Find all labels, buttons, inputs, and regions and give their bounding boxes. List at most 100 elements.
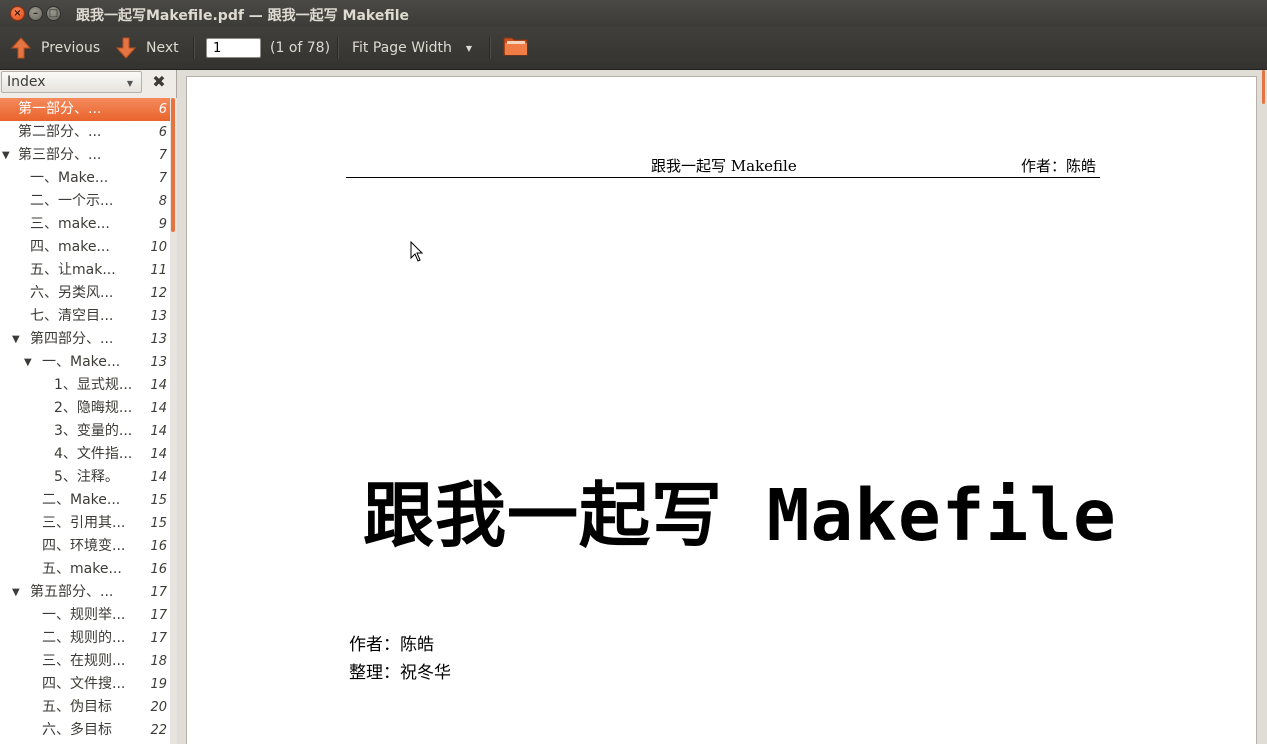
expander-triangle-icon[interactable]: ▼	[24, 351, 32, 374]
expander-triangle-icon[interactable]: ▼	[2, 144, 10, 167]
expander-triangle-icon[interactable]: ▼	[12, 328, 20, 351]
outline-item[interactable]: 2、隐晦规... 14	[0, 397, 170, 420]
outline-item-label: 四、文件搜...	[42, 676, 126, 692]
outline-item-page: 22	[150, 723, 167, 738]
outline-item[interactable]: ▼ 第四部分、... 13	[0, 328, 170, 351]
page-selector: (1 of 78)	[206, 27, 330, 69]
outline-item-label: 一、Make...	[30, 170, 109, 186]
outline-item[interactable]: 二、一个示... 8	[0, 190, 170, 213]
open-file-button[interactable]	[503, 27, 529, 69]
toolbar-separator	[193, 37, 195, 59]
outline-item[interactable]: 四、make... 10	[0, 236, 170, 259]
outline-item-label: 五、伪目标	[42, 699, 112, 715]
outline-item-page: 11	[150, 263, 167, 278]
zoom-label: Fit Page Width	[352, 40, 452, 56]
outline-item-label: 四、make...	[30, 239, 110, 255]
page-number-input[interactable]	[206, 38, 261, 58]
close-sidebar-button[interactable]: ✖	[150, 72, 168, 92]
maximize-window-button[interactable]: □	[46, 6, 61, 21]
outline-scrollbar[interactable]	[170, 98, 177, 744]
arrow-up-icon	[10, 36, 32, 60]
outline-item-label: 七、清空目...	[30, 308, 114, 324]
outline-item[interactable]: 1、显式规... 14	[0, 374, 170, 397]
outline-item[interactable]: 五、伪目标 20	[0, 696, 170, 719]
outline-item-label: 第二部分、...	[18, 124, 102, 140]
close-window-button[interactable]: ×	[10, 6, 25, 21]
outline-item[interactable]: 二、规则的... 17	[0, 627, 170, 650]
outline-item[interactable]: 六、多目标 22	[0, 719, 170, 742]
outline-item[interactable]: 七、清空目... 13	[0, 305, 170, 328]
outline-item-page: 14	[150, 424, 167, 439]
outline-item[interactable]: 四、环境变... 16	[0, 535, 170, 558]
outline-item-page: 14	[150, 447, 167, 462]
outline-item-page: 6	[158, 102, 167, 117]
outline-item[interactable]: 五、make... 16	[0, 558, 170, 581]
sidebar-view-selector[interactable]: Index ▼	[1, 71, 142, 93]
arrow-down-icon	[115, 36, 137, 60]
toolbar: Previous Next (1 of 78) Fit Page Width ▼	[0, 27, 1267, 70]
outline-item[interactable]: ▼ 一、Make... 13	[0, 351, 170, 374]
outline-item-page: 16	[150, 539, 167, 554]
zoom-dropdown[interactable]: Fit Page Width ▼	[352, 27, 472, 69]
close-icon: ×	[13, 7, 22, 19]
sidebar: Index ▼ ✖ 第一部分、... 6 第二部分、... 6 ▼ 第三部分、... 7 一、…	[0, 70, 177, 744]
outline-item[interactable]: 第二部分、... 6	[0, 121, 170, 144]
outline-item-page: 10	[150, 240, 167, 255]
toolbar-separator	[489, 37, 491, 59]
title-bar: × – □ 跟我一起写Makefile.pdf — 跟我一起写 Makefile	[0, 0, 1267, 27]
outline-item[interactable]: 五、让mak... 11	[0, 259, 170, 282]
outline-scrollbar-thumb[interactable]	[171, 98, 175, 232]
editor-line: 整理：祝冬华	[349, 663, 451, 683]
outline-item-page: 13	[150, 332, 167, 347]
outline-item-page: 18	[150, 654, 167, 669]
next-label: Next	[146, 40, 179, 56]
document-scrollbar-thumb[interactable]	[1262, 70, 1265, 104]
toolbar-separator	[337, 37, 339, 59]
outline-item-page: 16	[150, 562, 167, 577]
expander-triangle-icon[interactable]: ▼	[12, 581, 20, 604]
outline-item[interactable]: 5、注释。 14	[0, 466, 170, 489]
outline-item-label: 三、引用其...	[42, 515, 126, 531]
next-page-button[interactable]: Next	[115, 27, 179, 69]
close-icon: ✖	[152, 72, 166, 91]
outline-item-page: 14	[150, 470, 167, 485]
outline-item[interactable]: 三、make... 9	[0, 213, 170, 236]
document-scrollbar[interactable]	[1259, 70, 1267, 744]
author-line: 作者：陈皓	[349, 635, 434, 655]
window-title: 跟我一起写Makefile.pdf — 跟我一起写 Makefile	[76, 8, 410, 24]
outline-item-page: 17	[150, 585, 167, 600]
sidebar-view-label: Index	[7, 74, 46, 90]
outline-item-page: 19	[150, 677, 167, 692]
outline-item[interactable]: 三、引用其... 15	[0, 512, 170, 535]
previous-page-button[interactable]: Previous	[10, 27, 100, 69]
outline-item-label: 1、显式规...	[54, 377, 133, 393]
outline-item[interactable]: ▼ 第五部分、... 17	[0, 581, 170, 604]
mouse-cursor-icon	[410, 241, 424, 262]
outline-item[interactable]: 四、文件搜... 19	[0, 673, 170, 696]
outline-item-page: 8	[158, 194, 167, 209]
outline-item-page: 15	[150, 493, 167, 508]
outline-item[interactable]: ▼ 第三部分、... 7	[0, 144, 170, 167]
previous-label: Previous	[41, 40, 101, 56]
document-viewer-window: × – □ 跟我一起写Makefile.pdf — 跟我一起写 Makefile…	[0, 0, 1267, 744]
outline-item-label: 第一部分、...	[18, 101, 102, 117]
outline-item-page: 14	[150, 378, 167, 393]
outline-item[interactable]: 一、规则举... 17	[0, 604, 170, 627]
outline-item[interactable]: 3、变量的... 14	[0, 420, 170, 443]
outline-item-label: 六、另类风...	[30, 285, 114, 301]
outline-item[interactable]: 三、在规则... 18	[0, 650, 170, 673]
minimize-window-button[interactable]: –	[28, 6, 43, 21]
outline-item-label: 四、环境变...	[42, 538, 126, 554]
outline-item[interactable]: 二、Make... 15	[0, 489, 170, 512]
outline-item[interactable]: 4、文件指... 14	[0, 443, 170, 466]
outline-item-label: 三、make...	[30, 216, 110, 232]
outline-item[interactable]: 第一部分、... 6	[0, 98, 170, 121]
document-title: 跟我一起写 Makefile	[363, 474, 1117, 557]
outline-item[interactable]: 六、另类风... 12	[0, 282, 170, 305]
chevron-down-icon: ▼	[465, 43, 473, 53]
outline-item[interactable]: 一、Make... 7	[0, 167, 170, 190]
outline-item-label: 五、让mak...	[30, 262, 116, 278]
outline-item-page: 14	[150, 401, 167, 416]
outline-item-page: 17	[150, 631, 167, 646]
outline-item-label: 二、一个示...	[30, 193, 114, 209]
